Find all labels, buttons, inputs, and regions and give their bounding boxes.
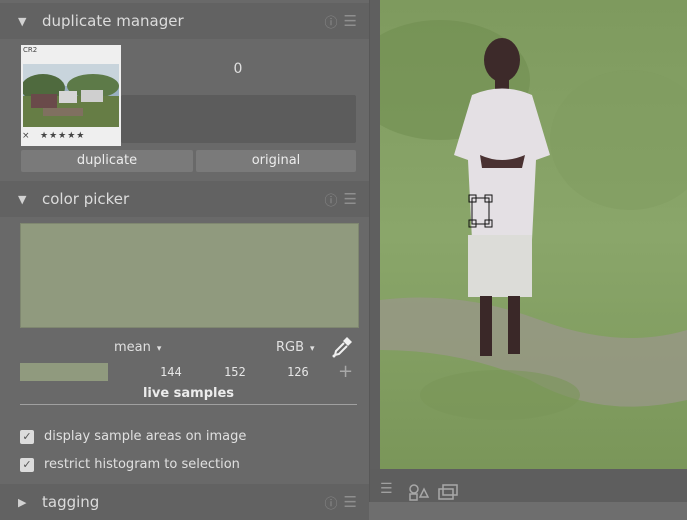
expand-arrow-icon[interactable]: ▼ <box>18 15 30 28</box>
duplicate-thumbnail[interactable]: CR2 × ★★★★★ <box>21 45 121 146</box>
display-sample-areas-option[interactable]: ✓ display sample areas on image <box>20 429 246 444</box>
restrict-histogram-option[interactable]: ✓ restrict histogram to selection <box>20 457 240 472</box>
center-image-view[interactable] <box>380 0 687 469</box>
duplicate-manager-title: duplicate manager <box>42 12 184 30</box>
duplicate-button[interactable]: duplicate <box>21 150 193 172</box>
panel-divider[interactable] <box>369 0 380 502</box>
duplicate-icon[interactable] <box>438 483 460 501</box>
color-picker-header[interactable]: ▼ color picker ⓘ ☰ <box>0 181 369 217</box>
collapse-arrow-icon[interactable]: ▶ <box>18 496 30 509</box>
picked-color-swatch <box>20 223 359 328</box>
option-label: display sample areas on image <box>44 429 247 444</box>
section-divider <box>20 404 357 405</box>
live-sample-swatch[interactable] <box>20 363 108 381</box>
presets-menu-icon[interactable]: ☰ <box>344 190 357 208</box>
blue-value: 126 <box>287 365 309 379</box>
dropdown-caret-icon: ▾ <box>156 344 162 354</box>
red-value: 144 <box>160 365 182 379</box>
option-label: restrict histogram to selection <box>44 457 240 472</box>
eyedropper-icon[interactable] <box>330 335 354 359</box>
statistic-selector[interactable]: mean ▾ <box>114 340 161 355</box>
duplicate-version-number: 0 <box>233 61 243 77</box>
star-rating[interactable]: ★★★★★ <box>40 131 85 141</box>
reset-icon[interactable]: ⓘ <box>325 493 338 512</box>
color-mode-selector[interactable]: RGB ▾ <box>276 340 315 355</box>
add-sample-icon[interactable]: + <box>338 361 353 382</box>
styles-icon[interactable] <box>408 483 430 501</box>
live-samples-title: live samples <box>142 386 235 401</box>
tagging-title: tagging <box>42 493 100 511</box>
duplicate-manager-header[interactable]: ▼ duplicate manager ⓘ ☰ <box>0 3 369 39</box>
duplicate-info-area <box>121 95 356 143</box>
bottom-toolbar: ☰ <box>370 469 687 502</box>
original-button[interactable]: original <box>196 150 356 172</box>
checkbox-checked-icon[interactable]: ✓ <box>20 429 34 444</box>
expand-arrow-icon[interactable]: ▼ <box>18 193 30 206</box>
green-value: 152 <box>224 365 246 379</box>
reject-icon[interactable]: × <box>22 131 30 141</box>
format-label: CR2 <box>23 46 38 54</box>
presets-menu-icon[interactable]: ☰ <box>344 493 357 511</box>
dropdown-caret-icon: ▾ <box>310 344 315 354</box>
reset-icon[interactable]: ⓘ <box>325 12 338 31</box>
left-panel: ▼ duplicate manager ⓘ ☰ CR2 × ★★★★★ 0 du… <box>0 0 369 520</box>
color-picker-title: color picker <box>42 190 130 208</box>
checkbox-checked-icon[interactable]: ✓ <box>20 457 34 472</box>
thumbnail-image <box>23 64 119 127</box>
tagging-header[interactable]: ▶ tagging ⓘ ☰ <box>0 484 369 520</box>
menu-icon[interactable]: ☰ <box>380 481 393 497</box>
statistic-value: mean <box>114 340 151 355</box>
presets-menu-icon[interactable]: ☰ <box>344 12 357 30</box>
reset-icon[interactable]: ⓘ <box>325 190 338 209</box>
color-mode-value: RGB <box>276 340 305 355</box>
